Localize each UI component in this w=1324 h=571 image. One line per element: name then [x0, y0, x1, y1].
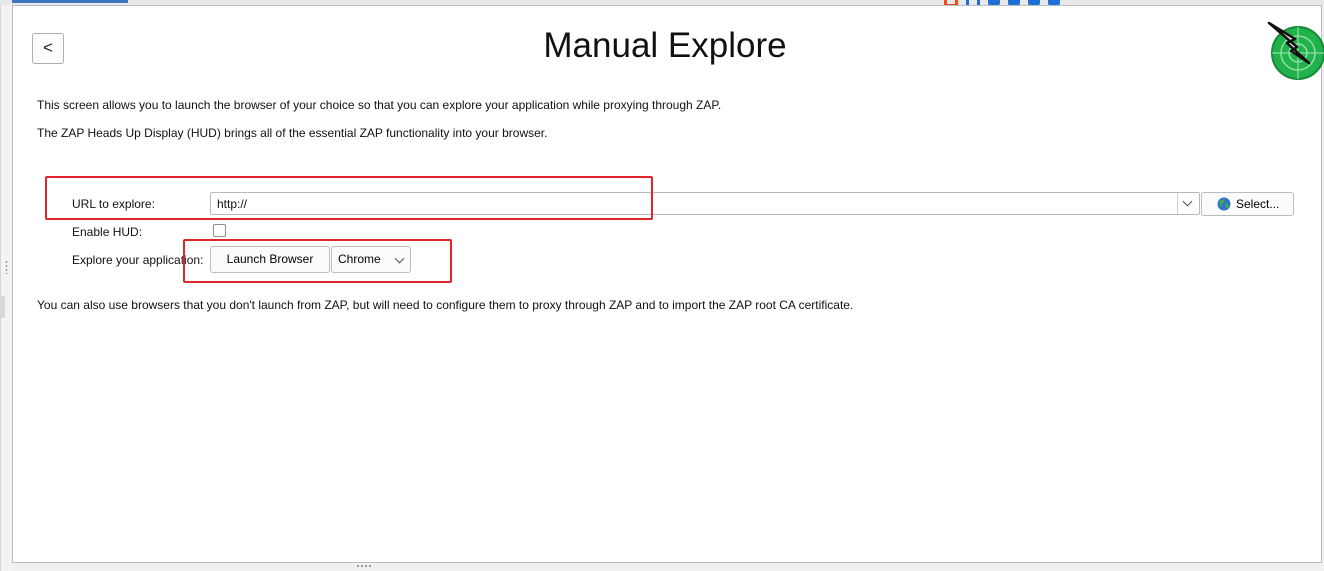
url-combobox[interactable]: [210, 192, 1200, 215]
left-panel-tab[interactable]: [0, 296, 5, 318]
page-title: Manual Explore: [543, 26, 787, 65]
chevron-down-icon: [394, 253, 405, 264]
zap-logo-icon: [1267, 21, 1324, 80]
app-frame: < Manual Explore This screen allows you …: [0, 0, 1324, 571]
left-gutter: [0, 5, 12, 571]
enable-hud-label: Enable HUD:: [72, 225, 143, 239]
select-button-label: Select...: [1236, 197, 1280, 211]
url-dropdown-button[interactable]: [1177, 193, 1199, 214]
browser-select[interactable]: Chrome: [331, 246, 411, 273]
description-line-2: The ZAP Heads Up Display (HUD) brings al…: [37, 126, 548, 140]
explore-application-label: Explore your application:: [72, 253, 204, 267]
enable-hud-checkbox[interactable]: [213, 224, 226, 237]
manual-explore-panel: < Manual Explore This screen allows you …: [12, 5, 1324, 563]
description-line-1: This screen allows you to launch the bro…: [37, 98, 722, 112]
chevron-down-icon: [1182, 196, 1193, 207]
launch-browser-button[interactable]: Launch Browser: [210, 246, 330, 273]
description-line-3: You can also use browsers that you don't…: [37, 298, 854, 312]
select-url-button[interactable]: Select...: [1201, 192, 1294, 216]
globe-icon: [1217, 197, 1231, 211]
url-label: URL to explore:: [72, 197, 155, 211]
splitter-grip-icon[interactable]: [5, 260, 8, 274]
active-tab-indicator: [12, 0, 128, 3]
bottom-splitter-grip-icon[interactable]: [356, 564, 372, 568]
left-gutter-border: [0, 5, 1, 571]
url-input[interactable]: [211, 193, 1176, 214]
browser-select-value: Chrome: [338, 252, 381, 266]
